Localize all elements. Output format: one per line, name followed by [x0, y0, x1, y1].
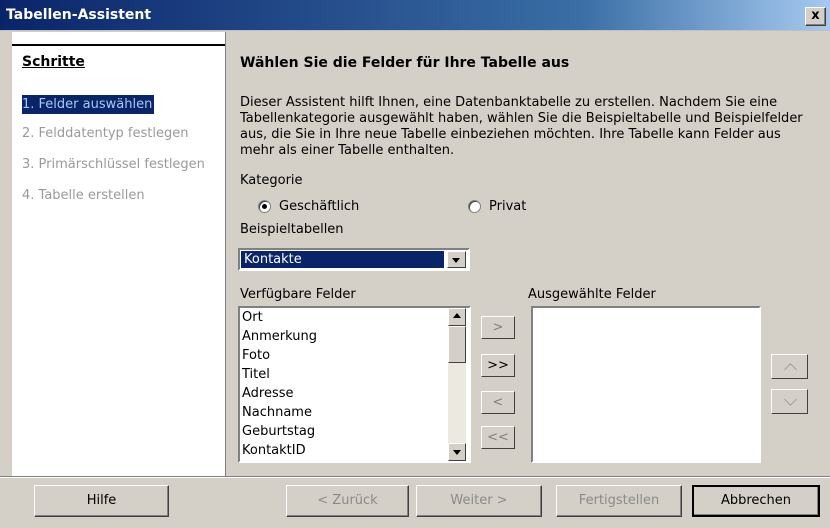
chevron-down-icon [452, 258, 460, 263]
available-fields-label: Verfügbare Felder [240, 287, 356, 302]
close-button[interactable]: x [805, 7, 826, 26]
list-item[interactable]: Adresse [242, 384, 294, 403]
add-all-fields-button[interactable]: >> [481, 354, 515, 377]
step-primary-key[interactable]: 3. Primärschlüssel festlegen [22, 155, 205, 174]
footer-divider [0, 476, 830, 478]
page-heading: Wählen Sie die Felder für Ihre Tabelle a… [240, 55, 570, 71]
list-item[interactable]: Nachname [242, 403, 312, 422]
radio-business-label: Geschäftlich [279, 198, 360, 214]
back-button[interactable]: < Zurück [286, 485, 409, 517]
vertical-scrollbar[interactable] [448, 308, 466, 461]
steps-divider [12, 44, 225, 46]
move-up-button[interactable] [771, 354, 808, 379]
scroll-thumb[interactable] [448, 326, 466, 363]
steps-title: Schritte [22, 54, 85, 70]
list-item[interactable]: Foto [242, 346, 270, 365]
window-title: Tabellen-Assistent [6, 7, 152, 23]
chevron-down-icon [453, 450, 461, 455]
sample-tables-label: Beispieltabellen [240, 222, 344, 237]
sample-tables-dropdown[interactable]: Kontakte [238, 248, 470, 271]
step-create-table[interactable]: 4. Tabelle erstellen [22, 186, 145, 205]
move-down-button[interactable] [771, 389, 808, 414]
cancel-button[interactable]: Abbrechen [692, 485, 820, 517]
category-label: Kategorie [240, 173, 303, 188]
list-item[interactable]: Anmerkung [242, 327, 317, 346]
list-item[interactable]: Titel [242, 365, 270, 384]
available-fields-list[interactable]: Ort Anmerkung Foto Titel Adresse Nachnam… [238, 306, 471, 463]
add-field-button[interactable]: > [481, 316, 515, 339]
radio-business[interactable]: Geschäftlich [258, 197, 359, 215]
dropdown-button[interactable] [447, 251, 466, 268]
finish-button[interactable]: Fertigstellen [556, 485, 682, 517]
scroll-up-button[interactable] [448, 308, 466, 326]
step-field-types[interactable]: 2. Felddatentyp festlegen [22, 124, 188, 143]
description-text: Dieser Assistent hilft Ihnen, eine Daten… [240, 95, 803, 158]
chevron-up-icon [784, 363, 797, 376]
selected-fields-label: Ausgewählte Felder [528, 287, 656, 302]
remove-all-fields-button[interactable]: << [481, 426, 515, 449]
remove-field-button[interactable]: < [481, 391, 515, 414]
radio-indicator[interactable] [468, 199, 481, 213]
help-button[interactable]: Hilfe [34, 485, 169, 517]
dropdown-selected-value[interactable]: Kontakte [241, 251, 444, 268]
next-button[interactable]: Weiter > [416, 485, 542, 517]
radio-private-label: Privat [489, 198, 527, 214]
chevron-up-icon [453, 313, 461, 318]
list-item[interactable]: Ort [242, 308, 263, 327]
list-item[interactable]: Geburtstag [242, 422, 315, 441]
scroll-down-button[interactable] [448, 443, 466, 461]
radio-indicator[interactable] [258, 199, 271, 213]
chevron-down-icon [784, 393, 797, 406]
pane-divider [225, 32, 226, 476]
list-item[interactable]: KontaktID [242, 441, 306, 460]
selected-fields-list[interactable] [531, 306, 761, 463]
radio-private[interactable]: Privat [468, 197, 526, 215]
step-select-fields[interactable]: 1. Felder auswählen [22, 95, 155, 114]
